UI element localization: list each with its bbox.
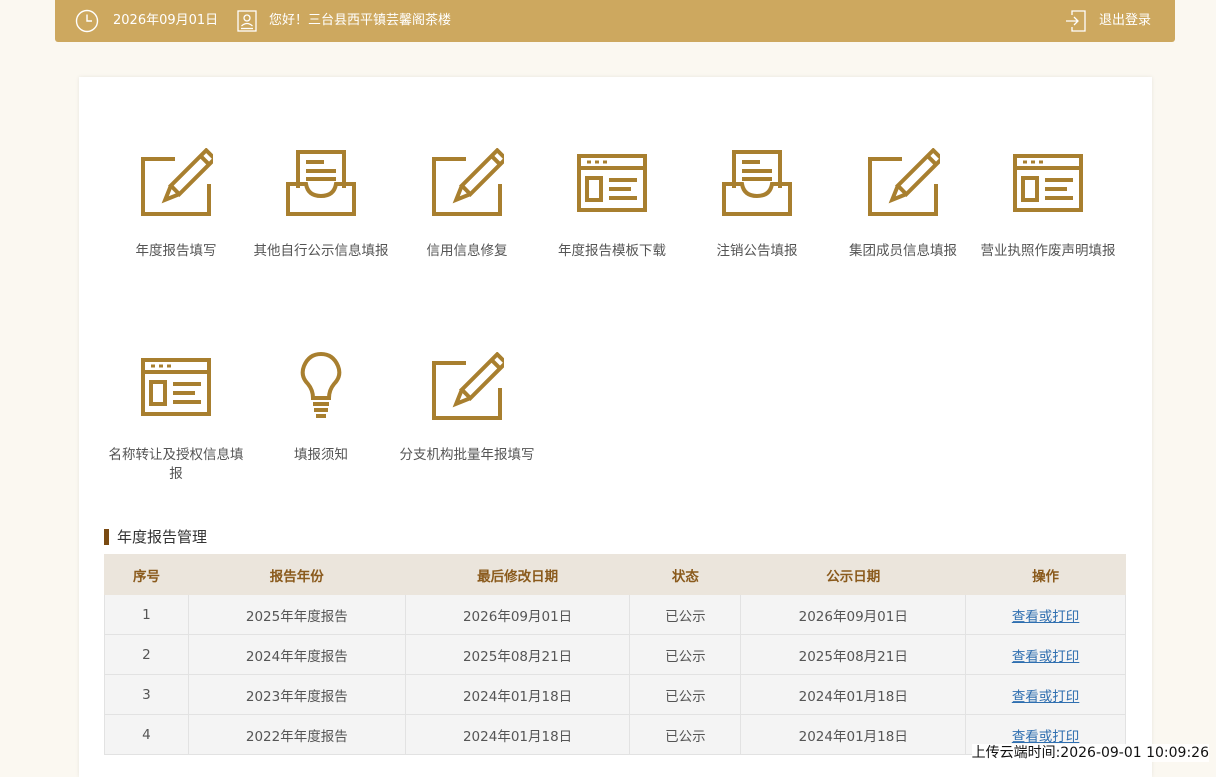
- tile-other-disclosure[interactable]: 其他自行公示信息填报: [248, 148, 394, 261]
- cell-publish-date: 2026年09月01日: [740, 594, 967, 635]
- current-date: 2026年09月01日: [113, 13, 219, 28]
- cell-publish-date: 2024年01月18日: [740, 714, 967, 755]
- view-print-link[interactable]: 查看或打印: [1012, 609, 1080, 625]
- tile-label: 注销公告填报: [716, 243, 798, 259]
- cell-publish-date: 2025年08月21日: [740, 634, 967, 675]
- clock-icon: [75, 9, 99, 37]
- header-last-modified: 最后修改日期: [404, 554, 631, 595]
- cell-status: 已公示: [629, 594, 742, 635]
- cell-report-year: 2025年年度报告: [187, 594, 406, 635]
- cell-index: 3: [104, 674, 189, 715]
- inbox-tray-icon: [684, 148, 830, 218]
- annual-report-table: 序号 报告年份 最后修改日期 状态 公示日期 操作 1 2025年年度报告 20…: [104, 554, 1126, 755]
- top-bar: 2026年09月01日 您好！三台县西平镇芸馨阁茶楼 退出登录: [55, 0, 1175, 42]
- header-status: 状态: [629, 554, 742, 595]
- edit-pencil-icon: [830, 148, 976, 218]
- cell-index: 4: [104, 714, 189, 755]
- tile-template-download[interactable]: 年度报告模板下载: [539, 148, 685, 261]
- cell-last-modified: 2026年09月01日: [404, 594, 631, 635]
- tile-label: 营业执照作废声明填报: [980, 243, 1116, 259]
- browser-window-icon: [975, 148, 1121, 218]
- edit-pencil-icon: [103, 148, 249, 218]
- cell-last-modified: 2025年08月21日: [404, 634, 631, 675]
- tile-annual-report-fill[interactable]: 年度报告填写: [103, 148, 249, 261]
- tile-filling-notes[interactable]: 填报须知: [248, 352, 394, 465]
- tile-label: 集团成员信息填报: [849, 243, 957, 259]
- tile-label: 年度报告模板下载: [558, 243, 666, 259]
- user-badge-icon: [237, 10, 257, 36]
- header-report-year: 报告年份: [187, 554, 406, 595]
- view-print-link[interactable]: 查看或打印: [1012, 729, 1080, 745]
- cell-actions: 查看或打印: [965, 674, 1126, 715]
- header-index: 序号: [104, 554, 189, 595]
- upload-timestamp: 上传云端时间:2026-09-01 10:09:26: [971, 744, 1209, 762]
- tile-label: 填报须知: [294, 447, 348, 463]
- tile-label: 信用信息修复: [426, 243, 508, 259]
- cell-index: 2: [104, 634, 189, 675]
- tile-cancellation-notice[interactable]: 注销公告填报: [684, 148, 830, 261]
- inbox-tray-icon: [248, 148, 394, 218]
- logout-link[interactable]: 退出登录: [1099, 13, 1151, 29]
- header-publish-date: 公示日期: [740, 554, 967, 595]
- cell-report-year: 2024年年度报告: [187, 634, 406, 675]
- cell-publish-date: 2024年01月18日: [740, 674, 967, 715]
- cell-index: 1: [104, 594, 189, 635]
- table-row: 2 2024年年度报告 2025年08月21日 已公示 2025年08月21日 …: [104, 634, 1126, 675]
- cell-last-modified: 2024年01月18日: [404, 674, 631, 715]
- cell-report-year: 2023年年度报告: [187, 674, 406, 715]
- edit-pencil-icon: [394, 148, 540, 218]
- tile-branch-batch[interactable]: 分支机构批量年报填写: [394, 352, 540, 465]
- logout-icon[interactable]: [1066, 10, 1086, 36]
- edit-pencil-icon: [394, 352, 540, 422]
- tile-group-members[interactable]: 集团成员信息填报: [830, 148, 976, 261]
- table-row: 3 2023年年度报告 2024年01月18日 已公示 2024年01月18日 …: [104, 674, 1126, 715]
- user-greeting: 您好！三台县西平镇芸馨阁茶楼: [269, 13, 452, 28]
- tile-label: 其他自行公示信息填报: [253, 243, 389, 259]
- tile-label: 名称转让及授权信息填报: [108, 447, 244, 482]
- table-header-row: 序号 报告年份 最后修改日期 状态 公示日期 操作: [104, 554, 1126, 595]
- cell-status: 已公示: [629, 634, 742, 675]
- browser-window-icon: [103, 352, 249, 422]
- lightbulb-icon: [248, 352, 394, 422]
- cell-actions: 查看或打印: [965, 594, 1126, 635]
- view-print-link[interactable]: 查看或打印: [1012, 649, 1080, 665]
- cell-report-year: 2022年年度报告: [187, 714, 406, 755]
- tile-credit-repair[interactable]: 信用信息修复: [394, 148, 540, 261]
- section-title: 年度报告管理: [104, 528, 207, 546]
- tile-license-void[interactable]: 营业执照作废声明填报: [975, 148, 1121, 261]
- browser-window-icon: [539, 148, 685, 218]
- table-row: 1 2025年年度报告 2026年09月01日 已公示 2026年09月01日 …: [104, 594, 1126, 635]
- cell-last-modified: 2024年01月18日: [404, 714, 631, 755]
- cell-status: 已公示: [629, 674, 742, 715]
- tile-label: 年度报告填写: [135, 243, 217, 259]
- cell-status: 已公示: [629, 714, 742, 755]
- cell-actions: 查看或打印: [965, 634, 1126, 675]
- view-print-link[interactable]: 查看或打印: [1012, 689, 1080, 705]
- tile-label: 分支机构批量年报填写: [399, 447, 535, 463]
- tile-name-transfer[interactable]: 名称转让及授权信息填报: [103, 352, 249, 484]
- header-actions: 操作: [965, 554, 1126, 595]
